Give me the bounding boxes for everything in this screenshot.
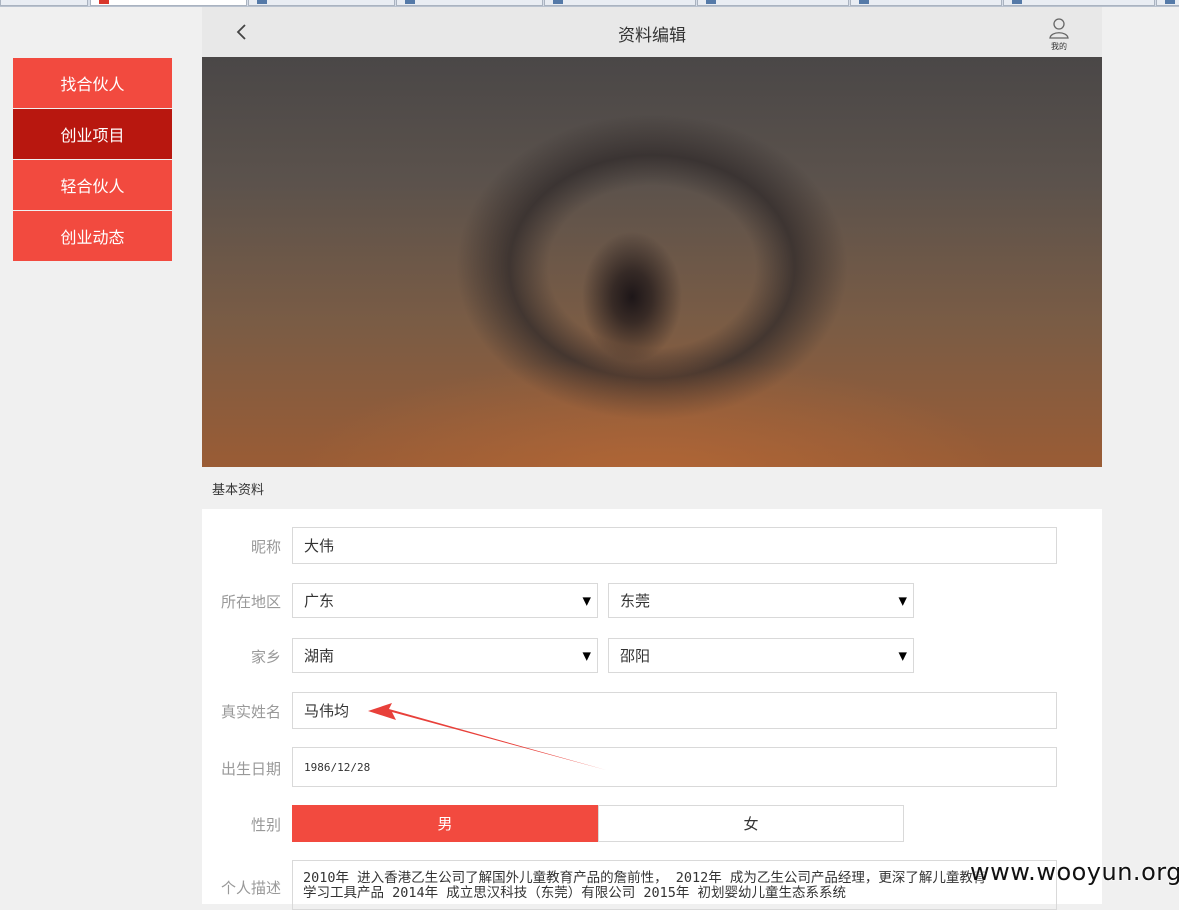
browser-tab[interactable] [1003,0,1155,6]
hometown-city-select[interactable]: 邵阳 ▼ [608,638,914,673]
dropdown-arrow-icon: ▼ [582,594,591,607]
description-label: 个人描述 [220,879,281,897]
location-province-select[interactable]: 广东 ▼ [292,583,598,618]
favicon-icon [706,0,716,4]
hometown-label: 家乡 [250,648,281,666]
form-row-hometown: 家乡 湖南 ▼ 邵阳 ▼ [202,638,1102,673]
description-line-2: 学习工具产品 2014年 成立思汉科技（东莞）有限公司 2015年 初划婴幼儿童… [303,885,847,901]
hometown-province-value: 湖南 [304,647,335,665]
menu-item-startup-projects[interactable]: 创业项目 [13,109,172,159]
top-bar: 资料编辑 我的 [202,7,1102,58]
hometown-city-value: 邵阳 [620,647,651,665]
browser-tab-strip [0,0,1179,7]
browser-tab[interactable] [1156,0,1179,6]
browser-tab[interactable] [248,0,395,6]
page-title: 资料编辑 [618,26,686,46]
me-label: 我的 [1051,42,1067,51]
profile-form: 昵称 大伟 所在地区 广东 ▼ 东莞 ▼ 家乡 湖南 ▼ 邵阳 ▼ 真实姓名 马… [202,509,1102,910]
browser-tab[interactable] [396,0,543,6]
dropdown-arrow-icon: ▼ [898,594,907,607]
section-title: 基本资料 [212,483,265,498]
favicon-icon [405,0,415,4]
cover-photo[interactable] [202,57,1102,467]
favicon-icon [99,0,109,4]
birthday-label: 出生日期 [220,760,281,778]
side-menu: 找合伙人 创业项目 轻合伙人 创业动态 [13,58,172,262]
birthday-input[interactable]: 1986/12/28 [292,747,1057,787]
hometown-province-select[interactable]: 湖南 ▼ [292,638,598,673]
form-row-gender: 性别 男 女 [202,805,1102,842]
location-label: 所在地区 [220,593,281,611]
browser-tab[interactable] [0,0,88,6]
user-icon [1049,18,1069,39]
dropdown-arrow-icon: ▼ [582,649,591,662]
watermark: www.wooyun.org [970,858,1179,886]
menu-item-find-partner[interactable]: 找合伙人 [13,58,172,108]
favicon-icon [859,0,869,4]
description-textarea[interactable]: 2010年 进入香港乙生公司了解国外儿童教育产品的詹前性， 2012年 成为乙生… [292,860,1057,910]
browser-tab[interactable] [544,0,696,6]
dropdown-arrow-icon: ▼ [898,649,907,662]
gender-label: 性别 [250,816,281,834]
location-city-value: 东莞 [620,592,651,610]
browser-tab[interactable] [697,0,849,6]
gender-female-button[interactable]: 女 [598,805,904,842]
favicon-icon [257,0,267,4]
form-row-nickname: 昵称 大伟 [202,527,1102,564]
nickname-label: 昵称 [250,538,281,556]
form-row-location: 所在地区 广东 ▼ 东莞 ▼ [202,583,1102,618]
location-city-select[interactable]: 东莞 ▼ [608,583,914,618]
browser-tab[interactable] [850,0,1002,6]
form-row-real-name: 真实姓名 马伟均 [202,692,1102,729]
form-row-birthday: 出生日期 1986/12/28 [202,747,1102,787]
me-button[interactable]: 我的 [1042,17,1076,51]
description-line-1: 2010年 进入香港乙生公司了解国外儿童教育产品的詹前性， 2012年 成为乙生… [303,870,987,886]
browser-tab-active[interactable] [90,0,247,6]
cover-photo-overlay [202,57,1102,467]
profile-edit-app: 资料编辑 我的 基本资料 昵称 大伟 所在地区 广东 ▼ 东莞 ▼ 家乡 湖南 … [202,7,1102,910]
gender-male-button[interactable]: 男 [292,805,598,842]
menu-item-light-partner[interactable]: 轻合伙人 [13,160,172,210]
favicon-icon [1012,0,1022,4]
real-name-input[interactable]: 马伟均 [292,692,1057,729]
real-name-label: 真实姓名 [220,703,281,721]
nickname-input[interactable]: 大伟 [292,527,1057,564]
favicon-icon [1165,0,1175,4]
favicon-icon [553,0,563,4]
menu-item-startup-news[interactable]: 创业动态 [13,211,172,261]
location-province-value: 广东 [304,592,335,610]
